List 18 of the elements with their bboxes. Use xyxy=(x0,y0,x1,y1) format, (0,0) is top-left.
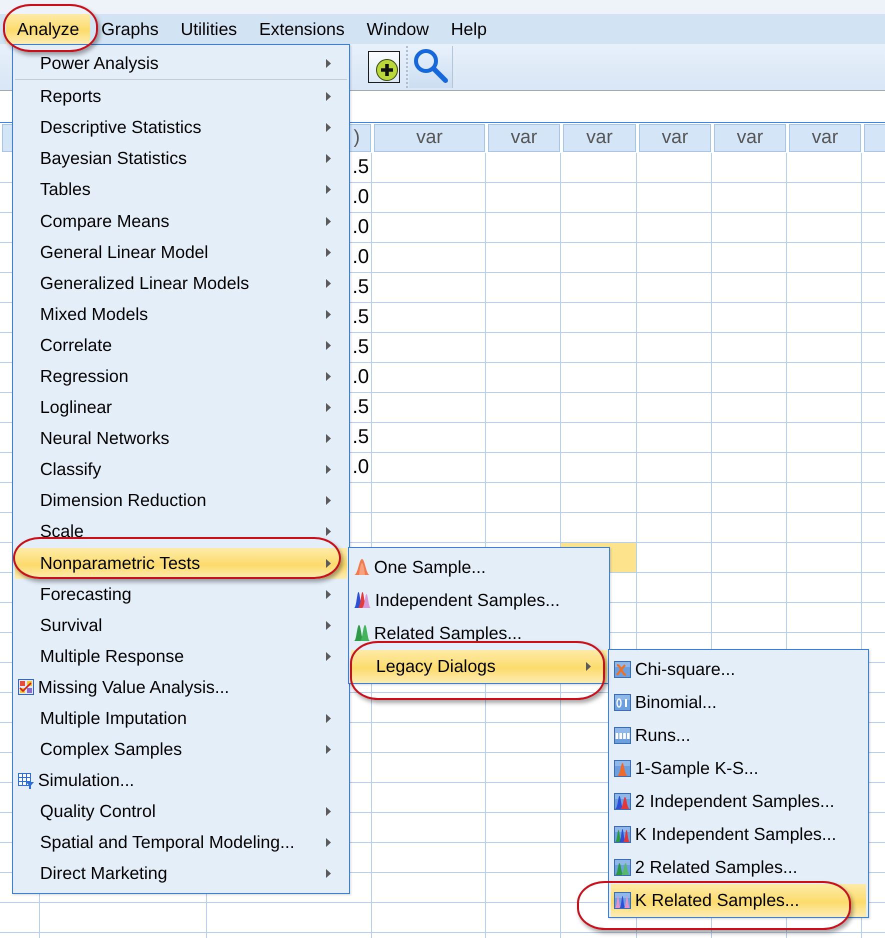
column-header: var xyxy=(789,124,861,152)
table-cell-text: .5 xyxy=(351,425,370,450)
column-header: var xyxy=(714,124,786,152)
table-cell-text: .0 xyxy=(351,455,370,480)
column-header: ) xyxy=(350,124,371,152)
table-cell-text: .5 xyxy=(351,335,370,360)
table-cell-text: .5 xyxy=(351,275,370,300)
table-cell-text: .5 xyxy=(351,155,370,180)
column-header: var xyxy=(374,124,485,152)
table-cell-text: .0 xyxy=(351,245,370,270)
column-header: var xyxy=(563,124,636,152)
table-cell-text: .0 xyxy=(351,365,370,390)
table-cell-text: .0 xyxy=(351,185,370,210)
table-cell-text: .0 xyxy=(351,215,370,240)
column-header: var xyxy=(488,124,560,152)
column-header: var xyxy=(639,124,711,152)
table-cell-text: .5 xyxy=(351,305,370,330)
table-cell-text: .5 xyxy=(351,395,370,420)
